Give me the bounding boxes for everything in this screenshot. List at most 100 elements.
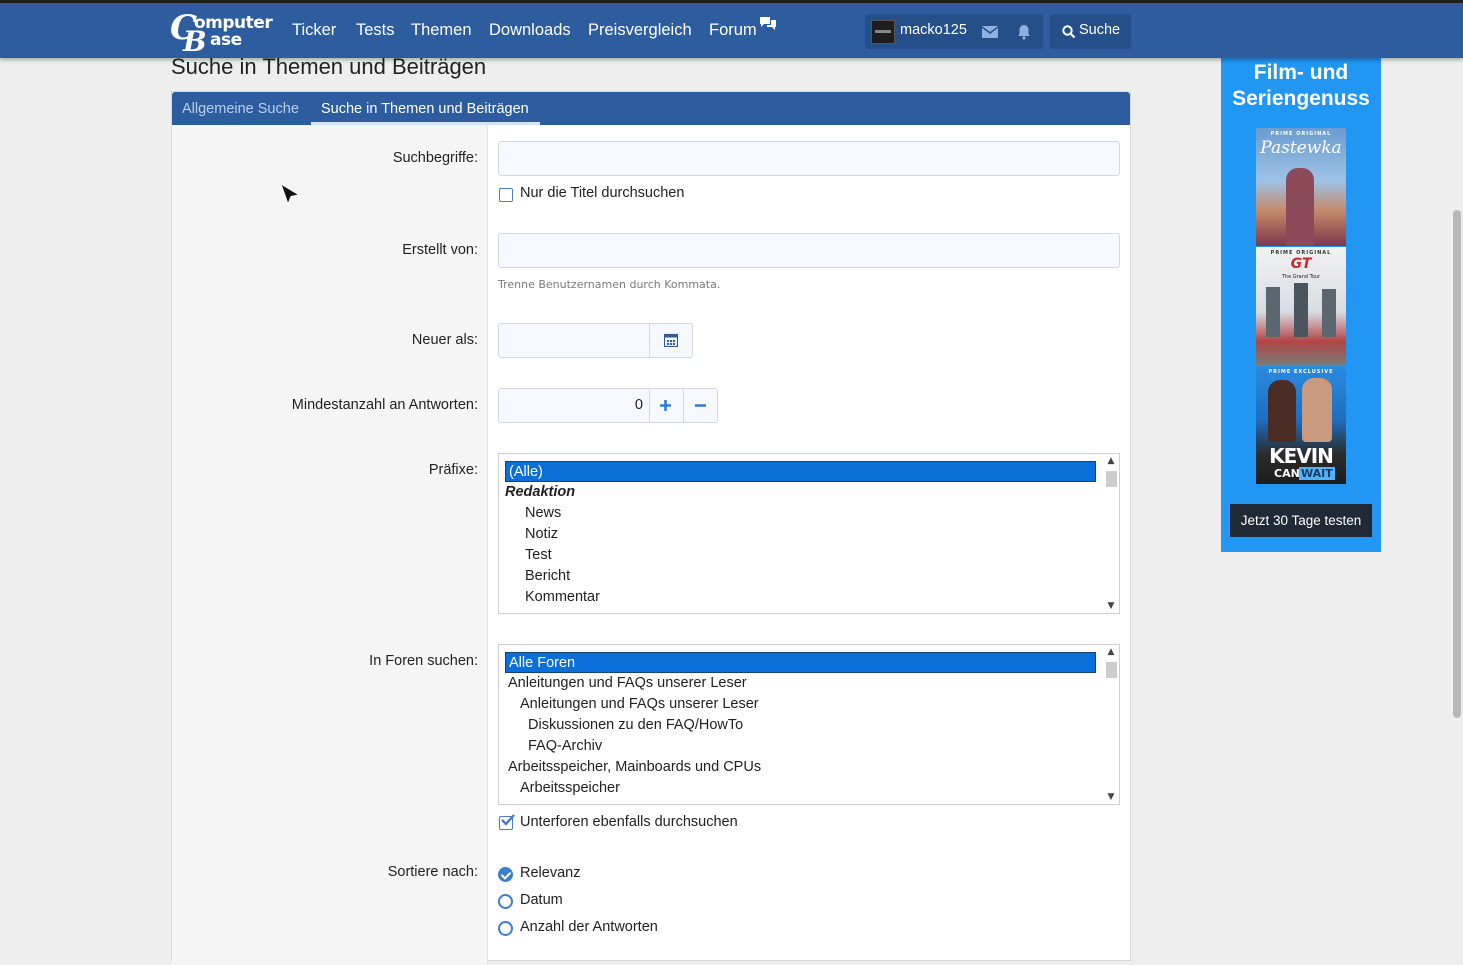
ad-title-line-1: Film- und bbox=[1253, 61, 1349, 84]
username[interactable]: macko125 bbox=[900, 22, 967, 38]
advertisement-banner[interactable]: Film- und Seriengenuss PRIME ORIGINAL Pa… bbox=[1221, 58, 1381, 552]
keywords-label: Suchbegriffe: bbox=[392, 150, 478, 166]
forum-option[interactable]: Arbeitsspeicher, Mainboards und CPUs bbox=[508, 757, 761, 778]
tab-bar: Allgemeine Suche Suche in Themen und Bei… bbox=[172, 92, 1130, 125]
sort-label: Sortiere nach: bbox=[387, 864, 478, 880]
newer-than-date-field[interactable] bbox=[498, 323, 693, 358]
poster-figure bbox=[1268, 380, 1296, 442]
label-column: Suchbegriffe: Erstellt von: Neuer als: M… bbox=[172, 125, 488, 965]
poster-figure bbox=[1322, 289, 1336, 337]
created-by-hint: Trenne Benutzernamen durch Kommata. bbox=[498, 278, 721, 291]
forum-option[interactable]: Anleitungen und FAQs unserer Leser bbox=[520, 694, 759, 715]
prefix-option-news[interactable]: News bbox=[525, 503, 561, 524]
prefix-option-bericht[interactable]: Bericht bbox=[525, 566, 570, 587]
poster-grand-tour[interactable]: PRIME ORIGINAL GT The Grand Tour bbox=[1256, 247, 1346, 365]
computerbase-logo[interactable]: C omputer B ase bbox=[170, 11, 273, 58]
forum-option[interactable]: Arbeitsspeicher bbox=[520, 778, 620, 799]
nav-preisvergleich[interactable]: Preisvergleich bbox=[588, 21, 692, 40]
forum-option[interactable]: FAQ-Archiv bbox=[528, 736, 602, 757]
search-label: Suche bbox=[1079, 22, 1121, 38]
stepper-divider-1 bbox=[649, 389, 650, 422]
sort-replies-radio[interactable] bbox=[498, 921, 513, 936]
poster-kevin-can-wait[interactable]: PRIME EXCLUSIVE KEVIN CAN WAIT bbox=[1256, 366, 1346, 484]
forum-option[interactable]: Anleitungen und FAQs unserer Leser bbox=[508, 673, 747, 694]
titles-only-label[interactable]: Nur die Titel durchsuchen bbox=[520, 185, 684, 201]
poster-pastewka[interactable]: PRIME ORIGINAL Pastewka bbox=[1256, 128, 1346, 246]
forums-scrollbar[interactable]: ▲ ▼ bbox=[1102, 645, 1119, 804]
prefixes-scrollbar[interactable]: ▲ ▼ bbox=[1102, 454, 1119, 613]
date-divider bbox=[649, 324, 650, 357]
calendar-icon[interactable] bbox=[664, 333, 678, 347]
search-button[interactable]: Suche bbox=[1050, 14, 1131, 49]
min-replies-value[interactable]: 0 bbox=[627, 397, 643, 413]
scroll-down-icon[interactable]: ▼ bbox=[1106, 792, 1116, 802]
prefix-option-notiz[interactable]: Notiz bbox=[525, 524, 558, 545]
prefix-option-kommentar[interactable]: Kommentar bbox=[525, 587, 600, 608]
checkmark-icon bbox=[501, 814, 515, 826]
poster-subtitle: CAN bbox=[1274, 467, 1300, 480]
scroll-down-icon[interactable]: ▼ bbox=[1106, 601, 1116, 611]
prefixes-listbox[interactable]: (Alle) Redaktion News Notiz Test Bericht… bbox=[498, 453, 1120, 614]
prefixes-label: Präfixe: bbox=[428, 462, 478, 478]
scroll-thumb[interactable] bbox=[1106, 471, 1117, 487]
poster-figure bbox=[1266, 287, 1280, 337]
prefix-group-redaktion: Redaktion bbox=[505, 484, 576, 500]
min-replies-stepper[interactable]: 0 bbox=[498, 388, 718, 423]
poster-figure bbox=[1294, 283, 1308, 337]
sort-replies-label[interactable]: Anzahl der Antworten bbox=[520, 919, 658, 935]
tab-general-search[interactable]: Allgemeine Suche bbox=[182, 101, 299, 117]
scroll-up-icon[interactable]: ▲ bbox=[1106, 456, 1116, 466]
tab-thread-post-search[interactable]: Suche in Themen und Beiträgen bbox=[321, 101, 529, 117]
logo-text-bottom: ase bbox=[210, 30, 242, 50]
forum-option[interactable]: Diskussionen zu den FAQ/HowTo bbox=[528, 715, 743, 736]
ad-title: Film- und Seriengenuss bbox=[1221, 60, 1381, 112]
top-navigation-bar: C omputer B ase Ticker Tests Themen Down… bbox=[0, 0, 1463, 58]
poster-tag: PRIME EXCLUSIVE bbox=[1268, 369, 1334, 375]
poster-figure bbox=[1302, 378, 1332, 442]
nav-themen[interactable]: Themen bbox=[411, 21, 472, 40]
nav-downloads[interactable]: Downloads bbox=[489, 21, 571, 40]
ad-cta-button[interactable]: Jetzt 30 Tage testen bbox=[1230, 504, 1372, 537]
forums-label: In Foren suchen: bbox=[369, 653, 478, 669]
subforums-checkbox[interactable] bbox=[499, 814, 515, 830]
scroll-thumb[interactable] bbox=[1106, 662, 1117, 678]
nav-forum[interactable]: Forum bbox=[709, 21, 757, 40]
forums-listbox[interactable]: Alle Foren Anleitungen und FAQs unserer … bbox=[498, 644, 1120, 805]
poster-subtitle: The Grand Tour bbox=[1281, 274, 1321, 280]
keywords-input[interactable] bbox=[498, 141, 1120, 176]
sort-relevance-radio[interactable] bbox=[498, 867, 513, 882]
user-menu[interactable]: macko125 bbox=[865, 14, 1043, 49]
sort-date-radio[interactable] bbox=[498, 894, 513, 909]
prefix-option-test[interactable]: Test bbox=[525, 545, 552, 566]
poster-tag: PRIME ORIGINAL bbox=[1270, 131, 1332, 137]
poster-figure bbox=[1286, 168, 1314, 246]
sort-relevance-label[interactable]: Relevanz bbox=[520, 865, 580, 881]
nav-tests[interactable]: Tests bbox=[356, 21, 395, 40]
sort-date-label[interactable]: Datum bbox=[520, 892, 563, 908]
poster-title: GT bbox=[1290, 256, 1312, 272]
page-scrollbar-thumb[interactable] bbox=[1453, 210, 1461, 718]
stepper-divider-2 bbox=[683, 389, 684, 422]
titles-only-checkbox[interactable] bbox=[499, 188, 513, 202]
search-icon bbox=[1062, 25, 1076, 39]
nav-ticker[interactable]: Ticker bbox=[292, 21, 336, 40]
mouse-cursor-icon bbox=[280, 183, 301, 206]
logo-letter-b: B bbox=[183, 25, 207, 58]
avatar[interactable] bbox=[871, 20, 895, 44]
newer-than-label: Neuer als: bbox=[411, 332, 478, 348]
ad-title-line-2: Seriengenuss bbox=[1232, 87, 1370, 110]
mail-icon[interactable] bbox=[982, 26, 998, 38]
subforums-label[interactable]: Unterforen ebenfalls durchsuchen bbox=[520, 814, 738, 830]
minus-icon[interactable] bbox=[694, 399, 707, 412]
created-by-label: Erstellt von: bbox=[402, 242, 478, 258]
forum-option-all[interactable]: Alle Foren bbox=[505, 652, 1096, 673]
chat-bubbles-icon[interactable] bbox=[759, 16, 777, 30]
created-by-input[interactable] bbox=[498, 233, 1120, 268]
poster-title: Pastewka bbox=[1260, 138, 1342, 158]
bell-icon[interactable] bbox=[1016, 24, 1032, 40]
search-form-panel: Allgemeine Suche Suche in Themen und Bei… bbox=[171, 91, 1131, 965]
plus-icon[interactable] bbox=[659, 399, 672, 412]
scroll-up-icon[interactable]: ▲ bbox=[1106, 647, 1116, 657]
min-replies-label: Mindestanzahl an Antworten: bbox=[291, 397, 478, 413]
prefix-option-all[interactable]: (Alle) bbox=[505, 461, 1096, 482]
